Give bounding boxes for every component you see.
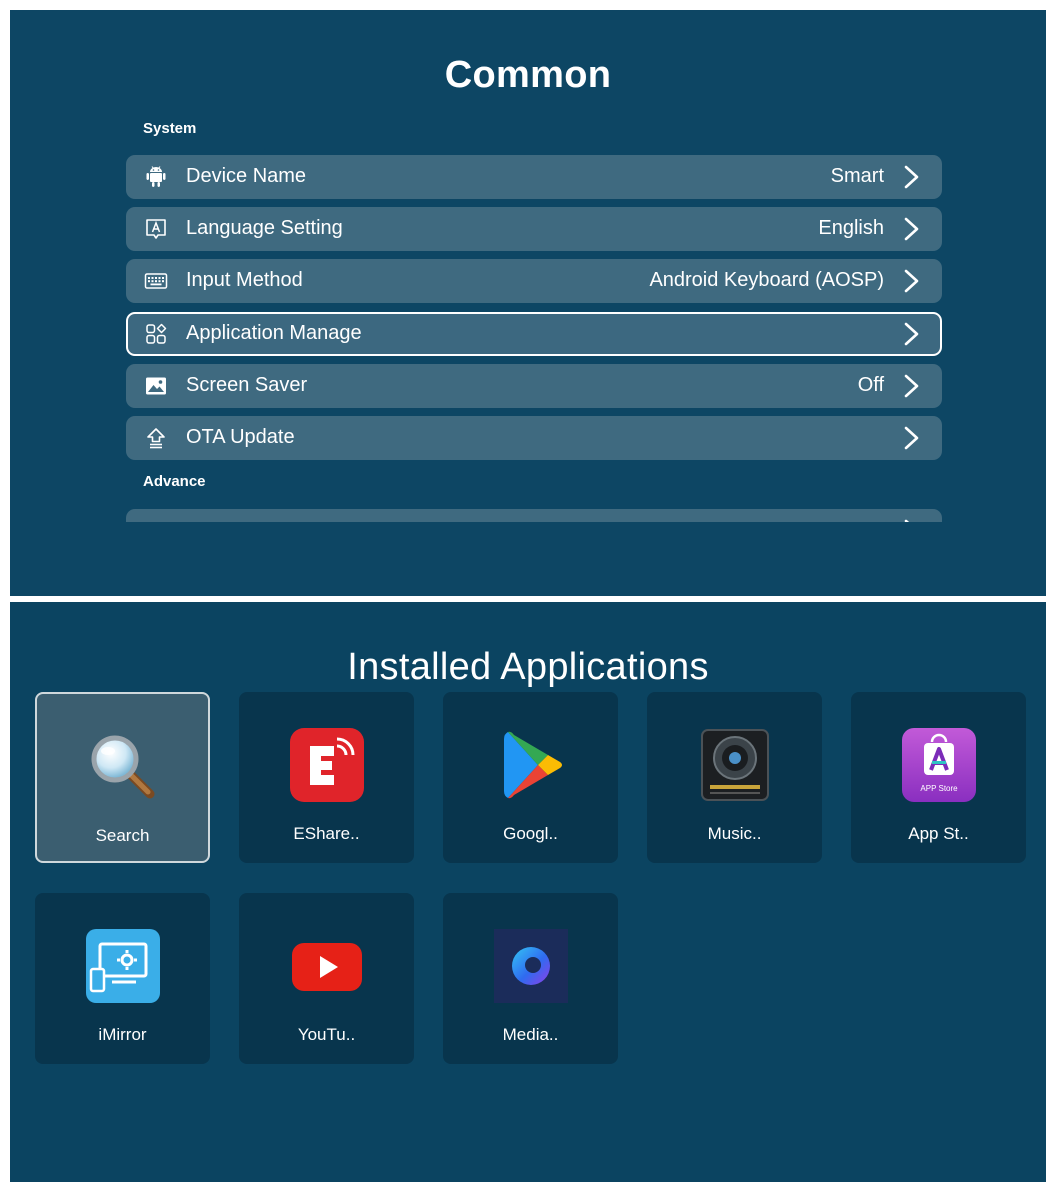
row-label: Language Setting bbox=[186, 217, 343, 239]
music-speaker-icon bbox=[700, 729, 769, 801]
eshare-icon bbox=[289, 728, 364, 802]
app-tile-youtube[interactable]: YouTu.. bbox=[239, 893, 414, 1064]
row-value: Smart bbox=[830, 165, 884, 187]
app-tile-google-play[interactable]: Googl.. bbox=[443, 692, 618, 863]
app-store-icon: APP Store bbox=[901, 728, 976, 802]
app-name: Googl.. bbox=[503, 824, 558, 843]
row-language-setting[interactable]: Language Setting English bbox=[126, 207, 942, 251]
youtube-icon bbox=[291, 943, 362, 991]
apps-panel: Installed Applications Search EShare.. G… bbox=[10, 602, 1046, 1182]
magnifier-icon bbox=[91, 735, 154, 799]
image-icon bbox=[146, 377, 166, 395]
settings-panel: Common System Device Name Smart Language… bbox=[10, 10, 1046, 596]
row-device-name[interactable]: Device Name Smart bbox=[126, 155, 942, 199]
app-tile-media[interactable]: Media.. bbox=[443, 893, 618, 1064]
apps-grid-icon bbox=[146, 323, 167, 344]
app-name: Music.. bbox=[707, 824, 762, 843]
row-screen-saver[interactable]: Screen Saver Off bbox=[126, 364, 942, 408]
row-label: Screen Saver bbox=[186, 374, 308, 396]
app-name: Search bbox=[95, 826, 150, 845]
row-label: Application Manage bbox=[186, 322, 362, 344]
chevron-right-icon bbox=[904, 426, 919, 450]
row-value: Off bbox=[857, 374, 884, 396]
row-ota-update[interactable]: OTA Update bbox=[126, 416, 942, 460]
row-label: Device Name bbox=[186, 165, 307, 187]
app-name: iMirror bbox=[98, 1025, 147, 1044]
chevron-right-icon bbox=[904, 165, 919, 189]
app-name: Media.. bbox=[502, 1025, 559, 1044]
app-tile-search[interactable]: Search bbox=[35, 692, 210, 863]
row-application-manage[interactable]: Application Manage bbox=[126, 312, 942, 356]
row-input-method[interactable]: Input Method Android Keyboard (AOSP) bbox=[126, 259, 942, 303]
android-icon bbox=[146, 166, 166, 187]
section-header-advance: Advance bbox=[143, 473, 206, 490]
app-tile-imirror[interactable]: iMirror bbox=[35, 893, 210, 1064]
imirror-icon bbox=[85, 929, 160, 1003]
update-icon bbox=[147, 428, 165, 449]
apps-title: Installed Applications bbox=[347, 646, 709, 688]
scroll-mask bbox=[10, 522, 1046, 596]
app-store-badge: APP Store bbox=[920, 784, 958, 793]
app-tile-music[interactable]: Music.. bbox=[647, 692, 822, 863]
chevron-right-icon bbox=[904, 374, 919, 398]
app-name: App St.. bbox=[908, 824, 969, 843]
row-value: Android Keyboard (AOSP) bbox=[649, 269, 884, 291]
app-tile-eshare[interactable]: EShare.. bbox=[239, 692, 414, 863]
app-name: EShare.. bbox=[293, 824, 360, 843]
chevron-right-icon bbox=[904, 269, 919, 293]
app-tile-app-store[interactable]: APP Store App St.. bbox=[851, 692, 1026, 863]
media-icon bbox=[493, 929, 568, 1003]
page-title: Common bbox=[444, 54, 612, 96]
row-label: Input Method bbox=[186, 269, 303, 291]
keyboard-icon bbox=[144, 273, 168, 289]
chevron-right-icon bbox=[904, 217, 919, 241]
google-play-icon bbox=[503, 731, 562, 799]
row-label: OTA Update bbox=[186, 426, 295, 448]
row-value: English bbox=[818, 217, 884, 239]
section-header-system: System bbox=[143, 120, 197, 137]
language-icon bbox=[146, 219, 166, 239]
app-name: YouTu.. bbox=[297, 1025, 356, 1044]
chevron-right-icon bbox=[904, 322, 919, 346]
